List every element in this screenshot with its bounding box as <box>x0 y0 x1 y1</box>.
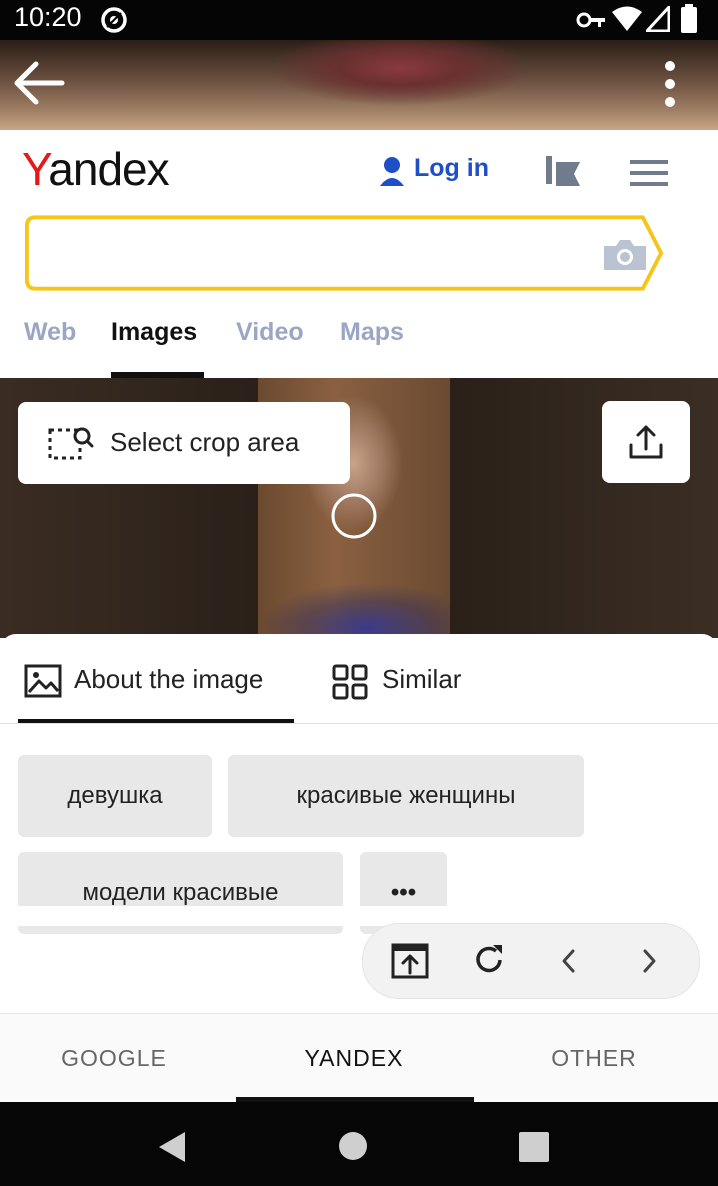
tab-video[interactable]: Video <box>236 318 304 347</box>
chevron-right-icon[interactable] <box>639 946 659 976</box>
collections-icon[interactable] <box>544 154 584 190</box>
hamburger-menu-icon[interactable] <box>630 160 670 186</box>
login-link[interactable]: Log in <box>414 154 489 183</box>
more-vert-icon[interactable] <box>660 58 680 110</box>
app-bar <box>0 40 718 130</box>
engine-other[interactable]: OTHER <box>504 1045 684 1072</box>
user-icon[interactable] <box>378 156 406 188</box>
camera-icon[interactable] <box>602 238 648 272</box>
yandex-logo[interactable]: Yandex <box>22 142 170 196</box>
recents-square-icon[interactable] <box>518 1131 550 1163</box>
logo-rest: andex <box>48 143 169 195</box>
tab-web[interactable]: Web <box>24 318 76 347</box>
tab-images[interactable]: Images <box>111 318 197 347</box>
open-in-browser-icon[interactable] <box>391 943 429 979</box>
tab-similar[interactable]: Similar <box>382 664 461 695</box>
battery-icon <box>681 4 697 33</box>
sheet-divider <box>0 723 718 724</box>
engine-google[interactable]: GOOGLE <box>24 1045 204 1072</box>
wifi-icon <box>612 6 642 31</box>
tab-about-the-image[interactable]: About the image <box>74 664 263 695</box>
select-crop-area-label: Select crop area <box>110 427 300 457</box>
tab-maps[interactable]: Maps <box>340 318 404 347</box>
reload-icon[interactable] <box>471 942 507 978</box>
status-bar: 10:20 <box>0 0 718 40</box>
tag-chip[interactable]: девушка <box>18 755 212 837</box>
system-nav-bar <box>0 1102 718 1186</box>
select-crop-area-button[interactable]: Select crop area <box>18 402 350 484</box>
vpn-key-icon <box>576 12 605 28</box>
share-icon <box>629 425 663 459</box>
browser-nav-pill <box>362 923 700 999</box>
back-triangle-icon[interactable] <box>155 1130 189 1164</box>
status-time: 10:20 <box>14 2 82 32</box>
crop-search-icon <box>48 427 94 460</box>
chevron-left-icon[interactable] <box>559 946 579 976</box>
do-not-disturb-icon <box>101 7 127 33</box>
tag-chip[interactable]: красивые женщины <box>228 755 584 837</box>
logo-first-letter: Y <box>22 143 49 195</box>
back-arrow-icon[interactable] <box>12 60 66 106</box>
cell-signal-icon <box>646 6 670 32</box>
home-circle-icon[interactable] <box>337 1130 369 1162</box>
share-button[interactable] <box>602 401 690 483</box>
image-icon <box>24 664 62 698</box>
grid-icon <box>332 664 368 700</box>
engine-yandex[interactable]: YANDEX <box>264 1045 444 1072</box>
search-field[interactable] <box>24 214 664 292</box>
focus-point-icon[interactable] <box>330 492 378 540</box>
